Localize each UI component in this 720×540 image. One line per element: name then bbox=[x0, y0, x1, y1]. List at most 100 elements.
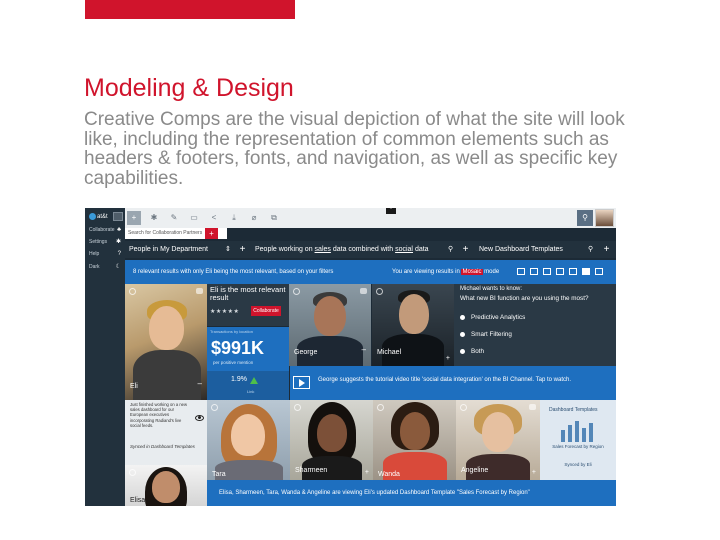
person-name: Sharmeen bbox=[295, 467, 328, 474]
person-name: Angeline bbox=[461, 467, 489, 474]
left-rail: at&t Collaborate ♣ Settings ✱ Help? Dark ☾ bbox=[85, 208, 125, 506]
help-icon: ? bbox=[117, 251, 121, 257]
chat-icon[interactable]: ▭ bbox=[187, 211, 201, 225]
person-name: Tara bbox=[212, 471, 226, 478]
poll-from: Michael wants to know: bbox=[460, 286, 523, 292]
copy-icon[interactable]: ⧉ bbox=[267, 211, 281, 225]
stat-percent: 1.9% bbox=[231, 376, 247, 383]
activity-footer-bar: Elisa, Sharmeen, Tara, Wanda & Angeline … bbox=[207, 480, 616, 506]
template-chart-bar bbox=[589, 423, 593, 442]
radio-icon bbox=[460, 348, 465, 354]
poll-question: What new BI function are you using the m… bbox=[460, 295, 589, 302]
eli-update-text: Just finished working on a new sales das… bbox=[130, 402, 188, 428]
detail-view-icon[interactable] bbox=[543, 268, 551, 275]
person-tile-eli[interactable]: Eli – bbox=[125, 284, 207, 400]
poll-option[interactable]: Both bbox=[460, 348, 484, 355]
eye-icon[interactable] bbox=[195, 415, 204, 421]
topic-icon bbox=[211, 404, 218, 411]
radio-icon bbox=[460, 331, 465, 337]
gear-icon: ✱ bbox=[115, 239, 121, 245]
view-mode-label: You are viewing results in Mosaic mode bbox=[392, 269, 500, 275]
template-chart-bar bbox=[582, 428, 586, 442]
person-tile-tara[interactable]: Tara bbox=[207, 400, 290, 480]
sort-toggle-icon[interactable]: ⇕ bbox=[225, 241, 231, 258]
minus-icon[interactable]: – bbox=[362, 345, 366, 354]
eli-relevance-card: Eli is the most relevant result ★★★★★ Co… bbox=[207, 284, 289, 326]
topic-icon bbox=[129, 288, 136, 295]
mosaic-view-icon[interactable] bbox=[582, 268, 590, 275]
stat-link[interactable]: Link bbox=[247, 389, 254, 394]
rail-item-help[interactable]: Help? bbox=[87, 249, 123, 260]
plus-icon[interactable]: + bbox=[365, 469, 369, 476]
collapse-toggle[interactable]: ⌃ bbox=[386, 208, 396, 214]
chat-bubble-icon[interactable] bbox=[360, 288, 367, 294]
person-name: Wanda bbox=[378, 471, 400, 478]
template-chart-bar bbox=[568, 425, 572, 442]
poll-option[interactable]: Smart Filtering bbox=[460, 331, 512, 338]
activity-text: Elisa, Sharmeen, Tara, Wanda & Angeline … bbox=[219, 490, 530, 496]
add-template-icon[interactable]: + bbox=[601, 244, 612, 255]
dashboard-template-tile[interactable]: Dashboard Templates Sales Forecast by Re… bbox=[540, 400, 616, 480]
templates-filter[interactable]: New Dashboard Templates bbox=[479, 241, 563, 258]
compact-view-icon[interactable] bbox=[556, 268, 564, 275]
chat-bubble-icon[interactable] bbox=[529, 404, 536, 410]
person-tile-sharmeen[interactable]: Sharmeen + bbox=[290, 400, 373, 480]
poll-option[interactable]: Predictive Analytics bbox=[460, 314, 525, 321]
slide-title: Modeling & Design bbox=[84, 74, 294, 102]
dashboard-tile-title: Dashboard Templates bbox=[549, 407, 598, 413]
query-filter[interactable]: People working on sales data combined wi… bbox=[255, 241, 429, 258]
strip-view-icon[interactable] bbox=[569, 268, 577, 275]
minus-icon[interactable]: – bbox=[198, 379, 202, 388]
person-tile-elisa[interactable]: Elisa bbox=[125, 465, 207, 506]
poll-card: Michael wants to know: What new BI funct… bbox=[454, 284, 616, 366]
results-summary: 8 relevant results with only Eli being t… bbox=[133, 269, 334, 275]
person-tile-george[interactable]: George – bbox=[289, 284, 371, 366]
avatar[interactable] bbox=[595, 209, 614, 227]
tile-view-icon[interactable] bbox=[595, 268, 603, 275]
topic-icon bbox=[460, 404, 467, 411]
synced-label: Synced in Dashboard Templates bbox=[130, 444, 195, 449]
person-name: Elisa bbox=[130, 497, 146, 504]
settings-icon[interactable]: ✱ bbox=[147, 211, 161, 225]
person-tile-wanda[interactable]: Wanda bbox=[373, 400, 456, 480]
share-icon[interactable]: < bbox=[207, 211, 221, 225]
topic-icon bbox=[377, 404, 384, 411]
rail-item-dark[interactable]: Dark ☾ bbox=[87, 262, 123, 273]
person-tile-angeline[interactable]: Angeline + bbox=[456, 400, 540, 480]
chat-bubble-icon[interactable] bbox=[196, 288, 203, 294]
plus-icon[interactable]: + bbox=[446, 355, 450, 362]
stat-sub: per positive mention bbox=[213, 360, 254, 365]
video-suggestion-bar[interactable]: George suggests the tutorial video title… bbox=[290, 366, 616, 400]
person-name: Michael bbox=[377, 349, 402, 356]
dashboard-caption: Sales Forecast by Region bbox=[552, 444, 604, 449]
topic-icon bbox=[294, 404, 301, 411]
transactions-stat-tile[interactable]: Transactions by location $991K per posit… bbox=[207, 327, 289, 400]
person-tile-michael[interactable]: Michael + bbox=[372, 284, 454, 366]
add-collaborator-button[interactable]: + bbox=[205, 228, 218, 239]
grid-view-icon[interactable] bbox=[517, 268, 525, 275]
rail-item-collaborate[interactable]: Collaborate ♣ bbox=[87, 225, 123, 236]
stat-label: Transactions by location bbox=[210, 329, 253, 334]
app-screenshot: at&t Collaborate ♣ Settings ✱ Help? Dark ☾ … bbox=[85, 208, 616, 506]
department-filter[interactable]: People in My Department bbox=[129, 241, 208, 258]
radio-icon bbox=[460, 314, 465, 320]
search-icon[interactable]: ⚲ bbox=[577, 210, 593, 226]
pencil-icon[interactable]: ✎ bbox=[167, 211, 181, 225]
collaborate-button[interactable]: Collaborate bbox=[251, 306, 281, 316]
search-icon[interactable]: ⚲ bbox=[448, 241, 453, 258]
trend-up-icon bbox=[250, 377, 258, 384]
topic-icon bbox=[376, 288, 383, 295]
play-video-icon[interactable] bbox=[293, 376, 310, 389]
slide-body: Creative Comps are the visual depiction … bbox=[84, 109, 625, 189]
plus-icon[interactable]: + bbox=[532, 469, 536, 476]
add-filter-icon[interactable]: + bbox=[237, 244, 248, 255]
add-query-icon[interactable]: + bbox=[460, 244, 471, 255]
results-summary-bar: 8 relevant results with only Eli being t… bbox=[125, 260, 616, 284]
plus-icon[interactable]: + bbox=[127, 211, 141, 225]
rail-item-settings[interactable]: Settings ✱ bbox=[87, 237, 123, 248]
topic-icon bbox=[129, 469, 136, 476]
attach-icon[interactable]: ⌀ bbox=[247, 211, 261, 225]
list-view-icon[interactable] bbox=[530, 268, 538, 275]
search-icon[interactable]: ⚲ bbox=[588, 241, 593, 258]
download-icon[interactable]: ⤓ bbox=[227, 211, 241, 225]
